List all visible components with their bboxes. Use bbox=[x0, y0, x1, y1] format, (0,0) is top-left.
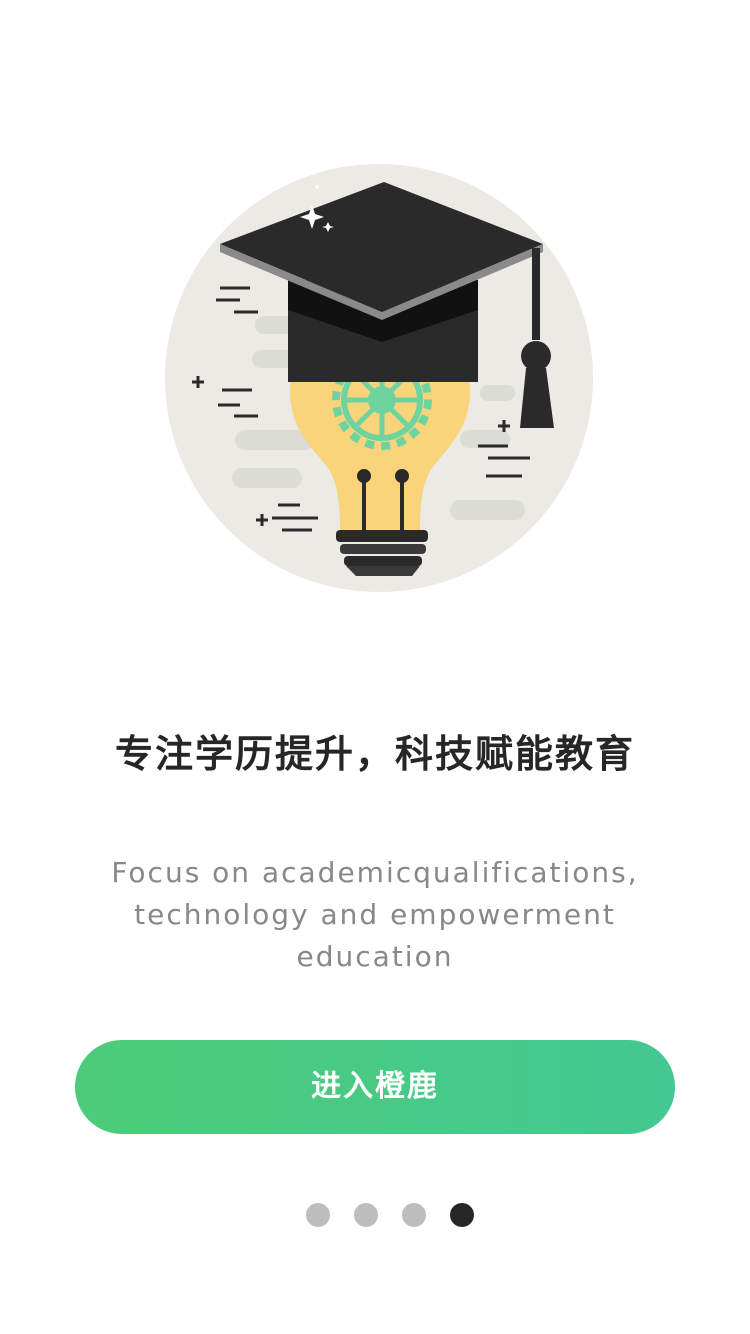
subtitle-line-2: technology and empowerment bbox=[134, 898, 616, 931]
subtitle-line-1: Focus on academicqualifications, bbox=[111, 856, 639, 889]
subtitle-line-3: education bbox=[296, 940, 454, 973]
page-indicator-dot-3[interactable] bbox=[402, 1203, 426, 1227]
enter-app-button[interactable]: 进入橙鹿 bbox=[75, 1040, 675, 1134]
page-headline: 专注学历提升，科技赋能教育 bbox=[114, 732, 635, 776]
page-subtitle: Focus on academicqualifications, technol… bbox=[95, 852, 655, 978]
page-indicator-dot-1[interactable] bbox=[306, 1203, 330, 1227]
page-indicator-dot-4-active[interactable] bbox=[450, 1203, 474, 1227]
graduation-cap-lightbulb-illustration bbox=[165, 164, 593, 592]
page-indicator bbox=[306, 1203, 474, 1227]
lightbulb-base bbox=[336, 530, 428, 576]
page-indicator-dot-2[interactable] bbox=[354, 1203, 378, 1227]
